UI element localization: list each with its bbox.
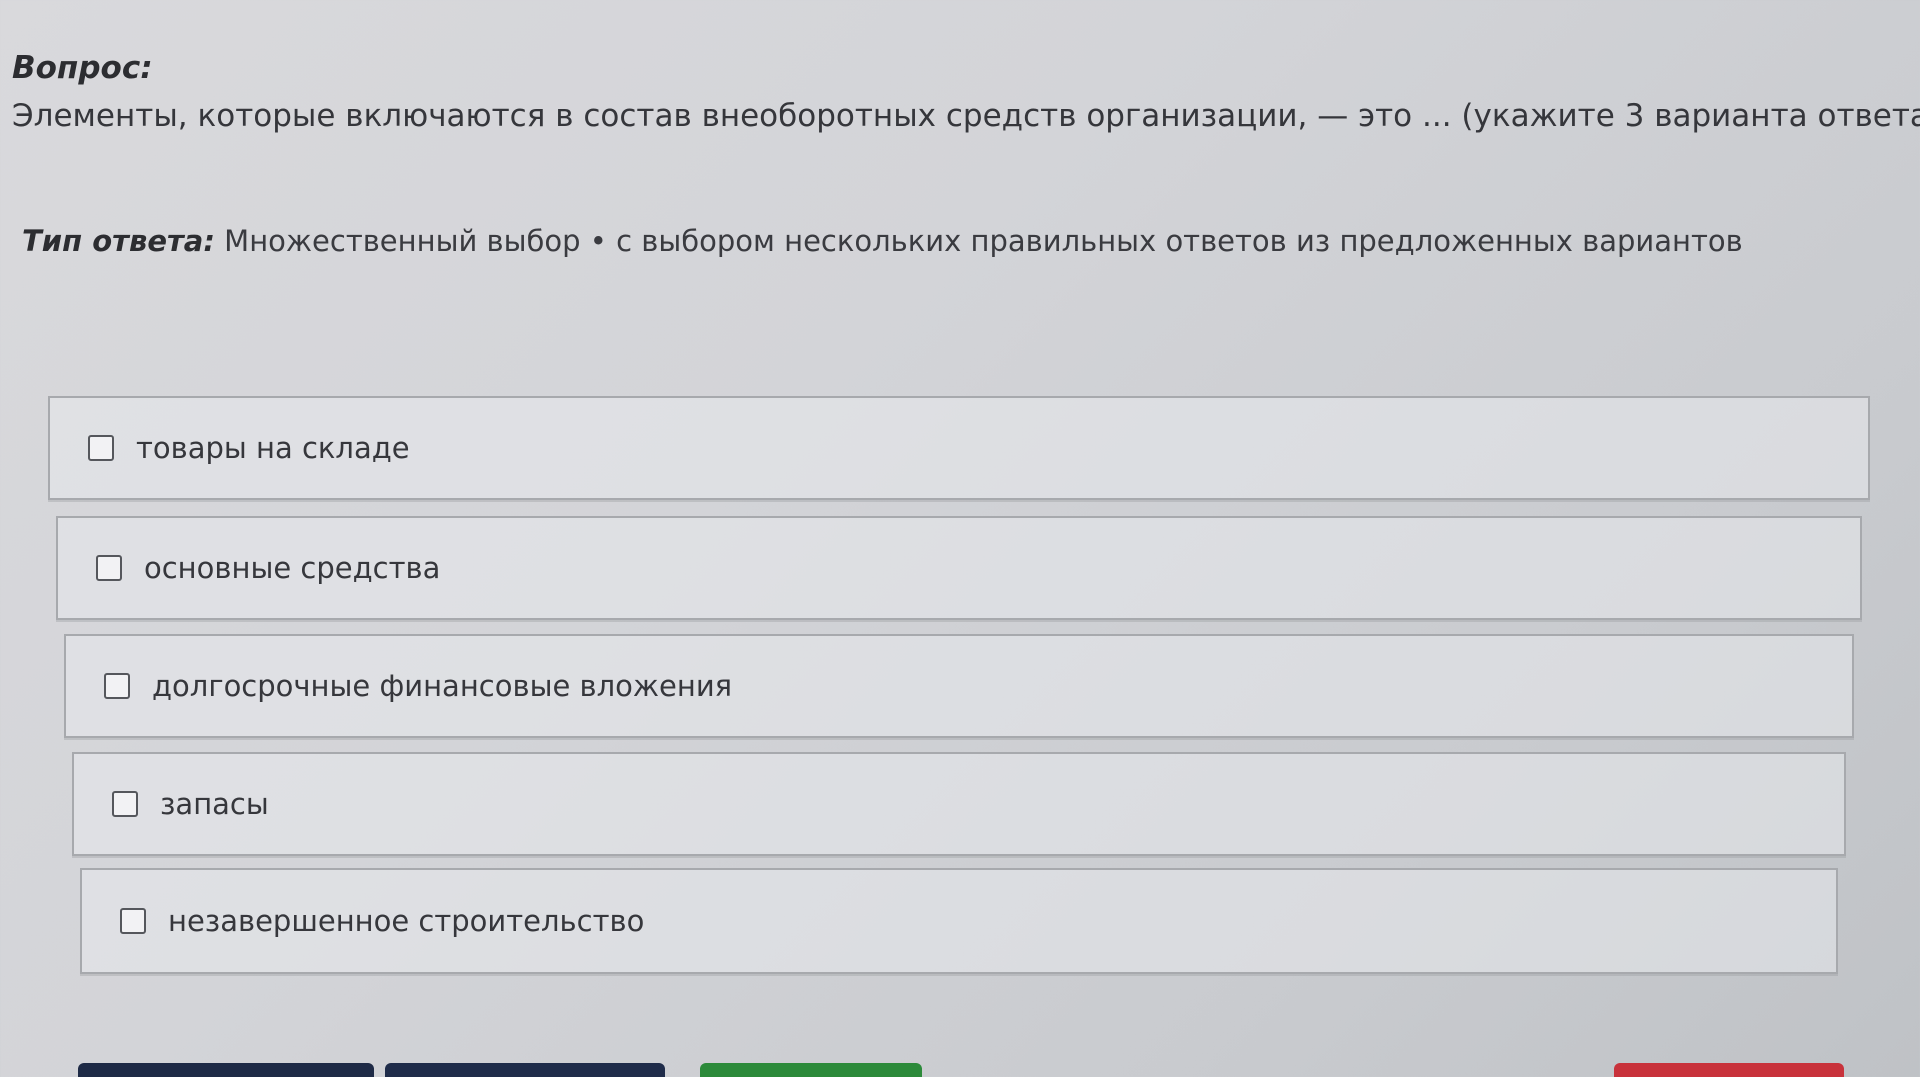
option-checkbox[interactable] [96, 555, 122, 581]
option-label: долгосрочные финансовые вложения [152, 669, 733, 703]
option-checkbox[interactable] [104, 673, 130, 699]
option-item[interactable]: запасы [72, 752, 1846, 856]
finish-button[interactable] [1614, 1063, 1844, 1077]
option-label: незавершенное строительство [168, 904, 645, 938]
option-checkbox[interactable] [120, 908, 146, 934]
option-label: основные средства [144, 551, 441, 585]
option-item[interactable]: долгосрочные финансовые вложения [64, 634, 1854, 738]
option-label: запасы [160, 787, 269, 821]
option-label: товары на складе [136, 431, 410, 465]
nav-button-2[interactable] [385, 1063, 665, 1077]
option-checkbox[interactable] [112, 791, 138, 817]
submit-button[interactable] [700, 1063, 922, 1077]
options-list: товары на складе основные средства долго… [0, 0, 1920, 1077]
option-item[interactable]: товары на складе [48, 396, 1870, 500]
nav-button-1[interactable] [78, 1063, 374, 1077]
option-item[interactable]: основные средства [56, 516, 1862, 620]
option-checkbox[interactable] [88, 435, 114, 461]
option-item[interactable]: незавершенное строительство [80, 868, 1838, 974]
